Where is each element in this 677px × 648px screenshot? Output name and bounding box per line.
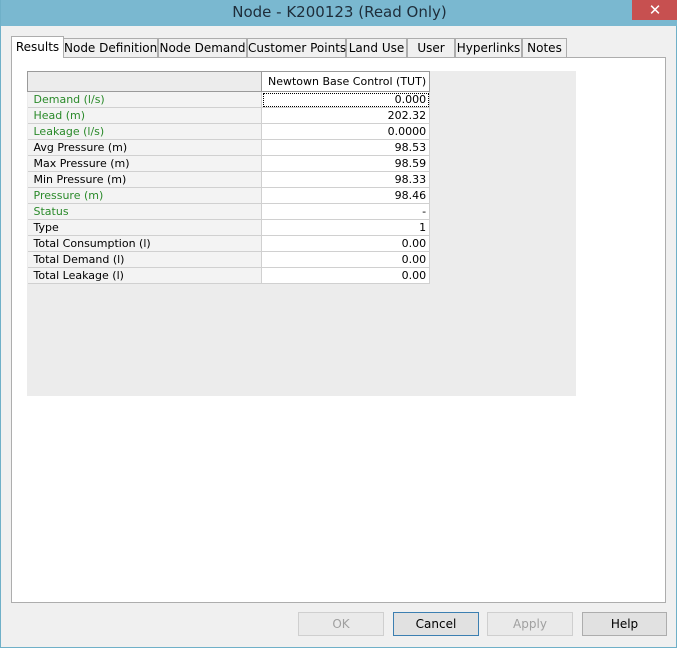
results-table: Newtown Base Control (TUT) Demand (l/s) … <box>27 71 431 284</box>
value-total-demand[interactable]: 0.00 <box>260 251 431 268</box>
results-panel: Newtown Base Control (TUT) Demand (l/s) … <box>11 57 666 603</box>
value-status[interactable]: - <box>260 203 431 220</box>
row-label-max-pressure: Max Pressure (m) <box>27 155 262 172</box>
row-label-head: Head (m) <box>27 107 262 124</box>
tab-land-use[interactable]: Land Use <box>346 38 407 57</box>
table-row: Pressure (m) 98.46 <box>27 187 431 204</box>
value-leakage[interactable]: 0.0000 <box>260 123 431 140</box>
tab-user[interactable]: User <box>407 38 455 57</box>
row-label-type: Type <box>27 219 262 236</box>
close-button[interactable]: ✕ <box>632 0 677 20</box>
table-row: Type 1 <box>27 219 431 236</box>
results-grid: Newtown Base Control (TUT) Demand (l/s) … <box>27 71 576 396</box>
node-dialog: Node - K200123 (Read Only) ✕ Results Nod… <box>0 0 677 648</box>
tab-node-demand[interactable]: Node Demand <box>158 38 247 57</box>
value-total-consumption[interactable]: 0.00 <box>260 235 431 252</box>
grid-corner <box>27 71 262 92</box>
value-max-pressure[interactable]: 98.59 <box>260 155 431 172</box>
value-head[interactable]: 202.32 <box>260 107 431 124</box>
table-row: Total Consumption (l) 0.00 <box>27 235 431 252</box>
cancel-button[interactable]: Cancel <box>393 612 479 636</box>
table-row: Total Leakage (l) 0.00 <box>27 267 431 284</box>
tab-notes[interactable]: Notes <box>522 38 567 57</box>
row-label-status: Status <box>27 203 262 220</box>
close-icon: ✕ <box>648 1 662 19</box>
apply-button[interactable]: Apply <box>487 612 573 636</box>
column-header[interactable]: Newtown Base Control (TUT) <box>260 71 431 92</box>
window-title: Node - K200123 (Read Only) <box>232 3 447 21</box>
table-row: Max Pressure (m) 98.59 <box>27 155 431 172</box>
row-label-leakage: Leakage (l/s) <box>27 123 262 140</box>
row-label-min-pressure: Min Pressure (m) <box>27 171 262 188</box>
tab-hyperlinks[interactable]: Hyperlinks <box>455 38 522 57</box>
help-button[interactable]: Help <box>582 612 667 636</box>
table-row: Demand (l/s) 0.000 <box>27 91 431 108</box>
ok-button[interactable]: OK <box>298 612 384 636</box>
tab-node-definition[interactable]: Node Definition <box>63 38 158 57</box>
value-demand[interactable]: 0.000 <box>260 91 431 108</box>
value-min-pressure[interactable]: 98.33 <box>260 171 431 188</box>
table-row: Min Pressure (m) 98.33 <box>27 171 431 188</box>
value-total-leakage[interactable]: 0.00 <box>260 267 431 284</box>
table-row: Status - <box>27 203 431 220</box>
table-row: Leakage (l/s) 0.0000 <box>27 123 431 140</box>
value-avg-pressure[interactable]: 98.53 <box>260 139 431 156</box>
table-row: Total Demand (l) 0.00 <box>27 251 431 268</box>
row-label-demand: Demand (l/s) <box>27 91 262 108</box>
row-label-avg-pressure: Avg Pressure (m) <box>27 139 262 156</box>
row-label-total-consumption: Total Consumption (l) <box>27 235 262 252</box>
tab-customer-points[interactable]: Customer Points <box>247 38 346 57</box>
table-row: Head (m) 202.32 <box>27 107 431 124</box>
row-label-pressure: Pressure (m) <box>27 187 262 204</box>
table-row: Avg Pressure (m) 98.53 <box>27 139 431 156</box>
row-label-total-leakage: Total Leakage (l) <box>27 267 262 284</box>
row-label-total-demand: Total Demand (l) <box>27 251 262 268</box>
value-pressure[interactable]: 98.46 <box>260 187 431 204</box>
tab-results[interactable]: Results <box>11 36 64 58</box>
value-type[interactable]: 1 <box>260 219 431 236</box>
title-bar[interactable]: Node - K200123 (Read Only) ✕ <box>1 0 677 26</box>
